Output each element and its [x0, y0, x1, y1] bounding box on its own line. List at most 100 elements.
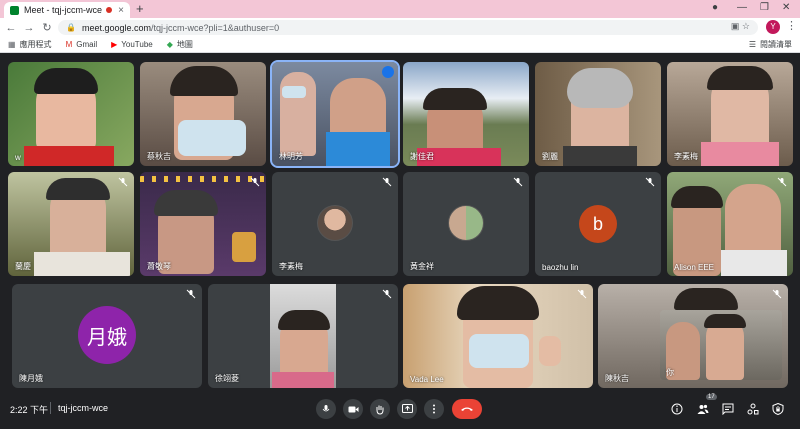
participant-tile[interactable]: 謝佳君	[403, 62, 529, 166]
participant-tile[interactable]: 蘭慶	[8, 172, 134, 276]
mic-off-icon	[645, 177, 655, 187]
forward-arrow-icon[interactable]: →	[22, 22, 36, 34]
activities-button[interactable]	[746, 402, 760, 416]
meet-favicon-icon	[10, 5, 19, 15]
participant-name: 劉麗	[542, 152, 558, 161]
bookmark-maps[interactable]: ◆ 地圖	[167, 39, 193, 50]
self-view-label: 你	[666, 368, 674, 377]
reading-list-icon: ☰	[748, 40, 756, 49]
bookmark-apps[interactable]: ▦ 應用程式	[8, 39, 52, 50]
participant-name: 蕭敬琴	[147, 262, 171, 271]
thumbs-up	[539, 336, 561, 366]
participant-name: 蔡秋吉	[147, 152, 171, 161]
participant-tile[interactable]: b baozhu lin	[535, 172, 661, 276]
bookmark-label: Gmail	[76, 40, 98, 49]
mic-off-icon	[772, 289, 782, 299]
participant-name: Alison EEE	[674, 263, 715, 272]
participant-tile[interactable]: 徐翊菱	[208, 284, 398, 388]
leave-call-button[interactable]	[452, 399, 482, 419]
browser-tab-strip: Meet - tqj-jccm-wce × + ● — ❐ ✕	[0, 0, 800, 18]
face-mask	[469, 334, 529, 368]
shield-lock-icon	[772, 403, 784, 415]
participant-tile[interactable]: w	[8, 62, 134, 166]
profile-avatar[interactable]: Y	[766, 20, 780, 34]
mic-off-icon	[777, 177, 787, 187]
mic-off-icon	[577, 289, 587, 299]
microphone-button[interactable]	[316, 399, 336, 419]
minimize-window-button[interactable]: —	[737, 2, 747, 13]
bookmark-label: YouTube	[121, 40, 153, 49]
present-icon	[401, 404, 413, 413]
camera-in-use-icon[interactable]: ▣ ☆	[731, 21, 750, 32]
browser-menu-icon[interactable]: ⋮	[786, 19, 797, 32]
participant-name: 陳秋吉	[605, 374, 629, 383]
back-arrow-icon[interactable]: ←	[4, 22, 18, 34]
bookmark-youtube[interactable]: ▶ YouTube	[111, 40, 153, 49]
profile-photo	[448, 205, 484, 241]
url-host: meet.google.com	[81, 22, 152, 33]
string-lights	[140, 176, 266, 182]
meeting-details-button[interactable]	[670, 402, 684, 416]
camera-button[interactable]	[343, 399, 363, 419]
media-control-icon[interactable]: ●	[712, 2, 718, 13]
present-screen-button[interactable]	[397, 399, 417, 419]
participant-tile[interactable]: 蔡秋吉	[140, 62, 266, 166]
reading-list-label: 閱讀清單	[760, 40, 792, 49]
participant-name: 李素梅	[674, 152, 698, 161]
recording-dot-icon	[106, 7, 113, 13]
more-options-button[interactable]	[424, 399, 444, 419]
people-icon	[697, 404, 709, 414]
participant-tile[interactable]: 黃金祥	[403, 172, 529, 276]
tab-close-button[interactable]: ×	[118, 5, 124, 16]
participant-name: 林明芳	[279, 152, 303, 161]
gmail-icon: M	[65, 40, 73, 49]
participant-grid: w 蔡秋吉 林明芳 謝佳君 劉麗 李素梅 蘭慶 蕭敬琴 李素梅 黃金祥 b ba…	[0, 53, 800, 390]
participant-tile[interactable]: 蕭敬琴	[140, 172, 266, 276]
self-view: 你	[660, 310, 782, 380]
mic-off-icon	[382, 177, 392, 187]
mic-off-icon	[382, 289, 392, 299]
participant-tile[interactable]: 你 陳秋吉	[598, 284, 788, 388]
bookmark-label: 地圖	[176, 40, 193, 49]
bookmark-gmail[interactable]: M Gmail	[66, 40, 98, 49]
participant-tile[interactable]: Vada Lee	[403, 284, 593, 388]
participant-count-badge: 17	[706, 394, 717, 400]
participant-tile[interactable]: Alison EEE	[667, 172, 793, 276]
chat-icon	[722, 403, 734, 415]
reading-list-button[interactable]: ☰ 閱讀清單	[749, 39, 792, 50]
meeting-time: 2:22 下午	[10, 405, 49, 415]
participant-tile[interactable]: 李素梅	[667, 62, 793, 166]
participant-tile[interactable]: 林明芳	[270, 60, 400, 168]
lock-icon: 🔒	[66, 23, 76, 32]
info-icon	[671, 403, 683, 415]
browser-tab[interactable]: Meet - tqj-jccm-wce ×	[4, 2, 130, 18]
face-mask	[178, 120, 246, 156]
chat-button[interactable]	[721, 402, 735, 416]
host-controls-button[interactable]	[771, 402, 785, 416]
raise-hand-button[interactable]	[370, 399, 390, 419]
reload-icon[interactable]: ↻	[40, 21, 54, 34]
maximize-window-button[interactable]: ❐	[760, 2, 769, 13]
profile-photo	[317, 205, 353, 241]
participant-tile[interactable]: 劉麗	[535, 62, 661, 166]
url-field[interactable]: 🔒 meet.google.com /tqj-jccm-wce?pli=1&au…	[58, 20, 758, 35]
participant-tile[interactable]: 李素梅	[272, 172, 398, 276]
tab-title: Meet - tqj-jccm-wce	[24, 5, 103, 15]
new-tab-button[interactable]: +	[136, 2, 144, 16]
maps-icon: ◆	[166, 40, 173, 49]
participant-name: 徐翊菱	[215, 374, 239, 383]
divider	[50, 402, 51, 414]
apps-icon: ▦	[8, 40, 16, 49]
participant-tile[interactable]: 月娥 陳月娥	[12, 284, 202, 388]
meeting-code: tqj-jccm-wce	[58, 403, 109, 413]
mic-off-icon	[250, 177, 260, 187]
activities-icon	[747, 403, 759, 415]
initial-avatar: b	[579, 205, 617, 243]
initial-avatar: 月娥	[78, 306, 136, 364]
mic-off-icon	[118, 177, 128, 187]
bookmark-label: 應用程式	[19, 40, 52, 49]
participant-name: 蘭慶	[15, 262, 31, 271]
people-button[interactable]	[696, 402, 710, 416]
participant-name: baozhu lin	[542, 263, 579, 272]
close-window-button[interactable]: ✕	[782, 2, 790, 13]
